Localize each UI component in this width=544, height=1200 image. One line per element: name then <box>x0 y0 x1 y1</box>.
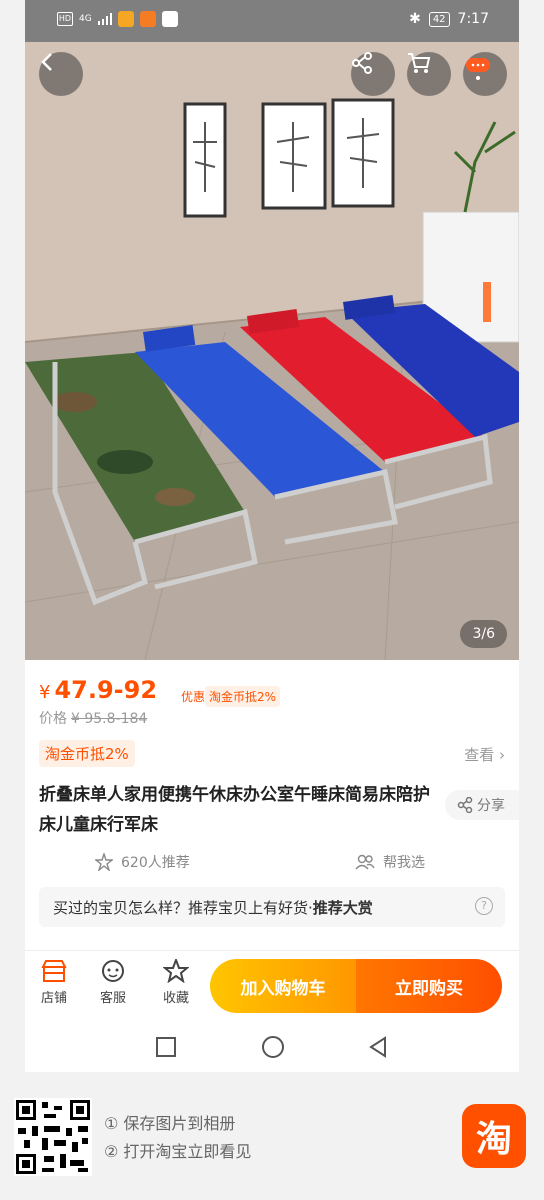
more-button[interactable] <box>463 52 507 96</box>
share-footer: ① 保存图片到相册 ② 打开淘宝立即看见 淘 <box>0 1072 544 1200</box>
original-price-label: 价格 <box>39 711 67 727</box>
share-icon <box>457 797 473 813</box>
star-badge-icon <box>95 853 113 871</box>
coin-view-label: 查看 <box>464 746 495 764</box>
bluetooth-icon: ✱ <box>409 11 421 27</box>
help-icon[interactable]: ? <box>475 897 493 915</box>
share-button[interactable] <box>351 52 395 96</box>
service-button[interactable]: 客服 <box>88 959 138 1006</box>
app-s-icon <box>117 11 134 27</box>
share-link[interactable]: 分享 <box>445 790 519 820</box>
qr-code <box>14 1098 92 1176</box>
battery-indicator: 42 <box>428 11 450 27</box>
buy-now-button[interactable]: 立即购买 <box>356 959 502 1013</box>
review-banner[interactable]: 买过的宝贝怎么样？推荐宝贝上有好货·推荐大赏 ? <box>39 887 505 927</box>
image-counter: 3/6 <box>460 620 507 648</box>
chevron-left-icon <box>41 53 52 71</box>
back-button[interactable] <box>39 52 83 96</box>
service-label: 客服 <box>99 991 126 1006</box>
step-save-image: ① 保存图片到相册 <box>104 1114 236 1133</box>
back-nav-icon[interactable] <box>367 1036 389 1058</box>
review-text: 买过的宝贝怎么样？推荐宝贝上有好货· <box>53 899 313 917</box>
cart-button[interactable] <box>407 52 451 96</box>
star-icon <box>163 959 189 983</box>
current-price: ¥ 47.9-92 <box>39 676 157 704</box>
save-steps: ① 保存图片到相册 ② 打开淘宝立即看见 <box>104 1110 251 1166</box>
product-title: 折叠床单人家用便携午休床办公室午睡床简易床陪护床儿童床行军床 <box>39 785 430 835</box>
more-icon <box>466 58 490 80</box>
recent-apps-icon[interactable] <box>155 1036 177 1058</box>
bottom-action-bar: 店铺 客服 收藏 加入购物车 立即购买 <box>25 950 519 1021</box>
service-icon <box>102 960 124 982</box>
hd-icon: HD <box>57 12 73 26</box>
original-price: 价格 ¥ 95.8-184 <box>39 708 147 728</box>
original-price-value: ¥ 95.8-184 <box>71 711 148 727</box>
home-icon[interactable] <box>261 1036 285 1060</box>
favorite-button[interactable]: 收藏 <box>151 959 201 1006</box>
coin-badge: 淘金币抵2% <box>39 740 135 767</box>
recommend-row: 620人推荐 帮我选 <box>25 848 519 878</box>
help-choose[interactable]: 帮我选 <box>355 852 425 872</box>
signal-icon <box>97 13 112 25</box>
favorite-label: 收藏 <box>162 991 189 1006</box>
coin-view-link[interactable]: 查看 › <box>464 744 505 765</box>
price-value: 47.9-92 <box>54 676 158 704</box>
coin-row[interactable]: 淘金币抵2% 查看 › <box>39 740 505 770</box>
coin-tag: 淘金币抵2% <box>205 686 281 707</box>
status-bar: HD 4G ✱ 42 7:17 <box>25 0 519 42</box>
taobao-logo-icon: 淘 <box>462 1104 526 1168</box>
product-image[interactable]: 3/6 <box>25 42 519 660</box>
recommend-count-label: 620人推荐 <box>121 855 190 871</box>
step-open-taobao: ② 打开淘宝立即看见 <box>104 1142 252 1161</box>
review-highlight: 推荐大赏 <box>312 899 373 917</box>
product-photo-illustration <box>25 42 519 660</box>
clock: 7:17 <box>457 11 489 27</box>
people-icon <box>355 854 375 870</box>
add-to-cart-button[interactable]: 加入购物车 <box>210 959 356 1013</box>
network-label: 4G <box>79 14 92 24</box>
cart-icon <box>408 53 431 73</box>
shop-button[interactable]: 店铺 <box>29 959 79 1006</box>
phone-screen: HD 4G ✱ 42 7:17 3/6 ¥ 47.9-92 优惠价 淘金币抵2%… <box>25 0 519 1072</box>
chevron-right-icon: › <box>499 746 505 764</box>
app-paw-icon <box>161 11 178 27</box>
recommend-count[interactable]: 620人推荐 <box>95 852 190 872</box>
app-m-icon <box>139 11 156 27</box>
shop-icon <box>41 960 67 982</box>
shop-label: 店铺 <box>40 991 67 1006</box>
system-nav-bar <box>25 1020 519 1072</box>
share-icon <box>352 52 372 74</box>
share-label: 分享 <box>477 798 505 814</box>
currency-symbol: ¥ <box>39 682 51 703</box>
help-choose-label: 帮我选 <box>383 855 425 871</box>
